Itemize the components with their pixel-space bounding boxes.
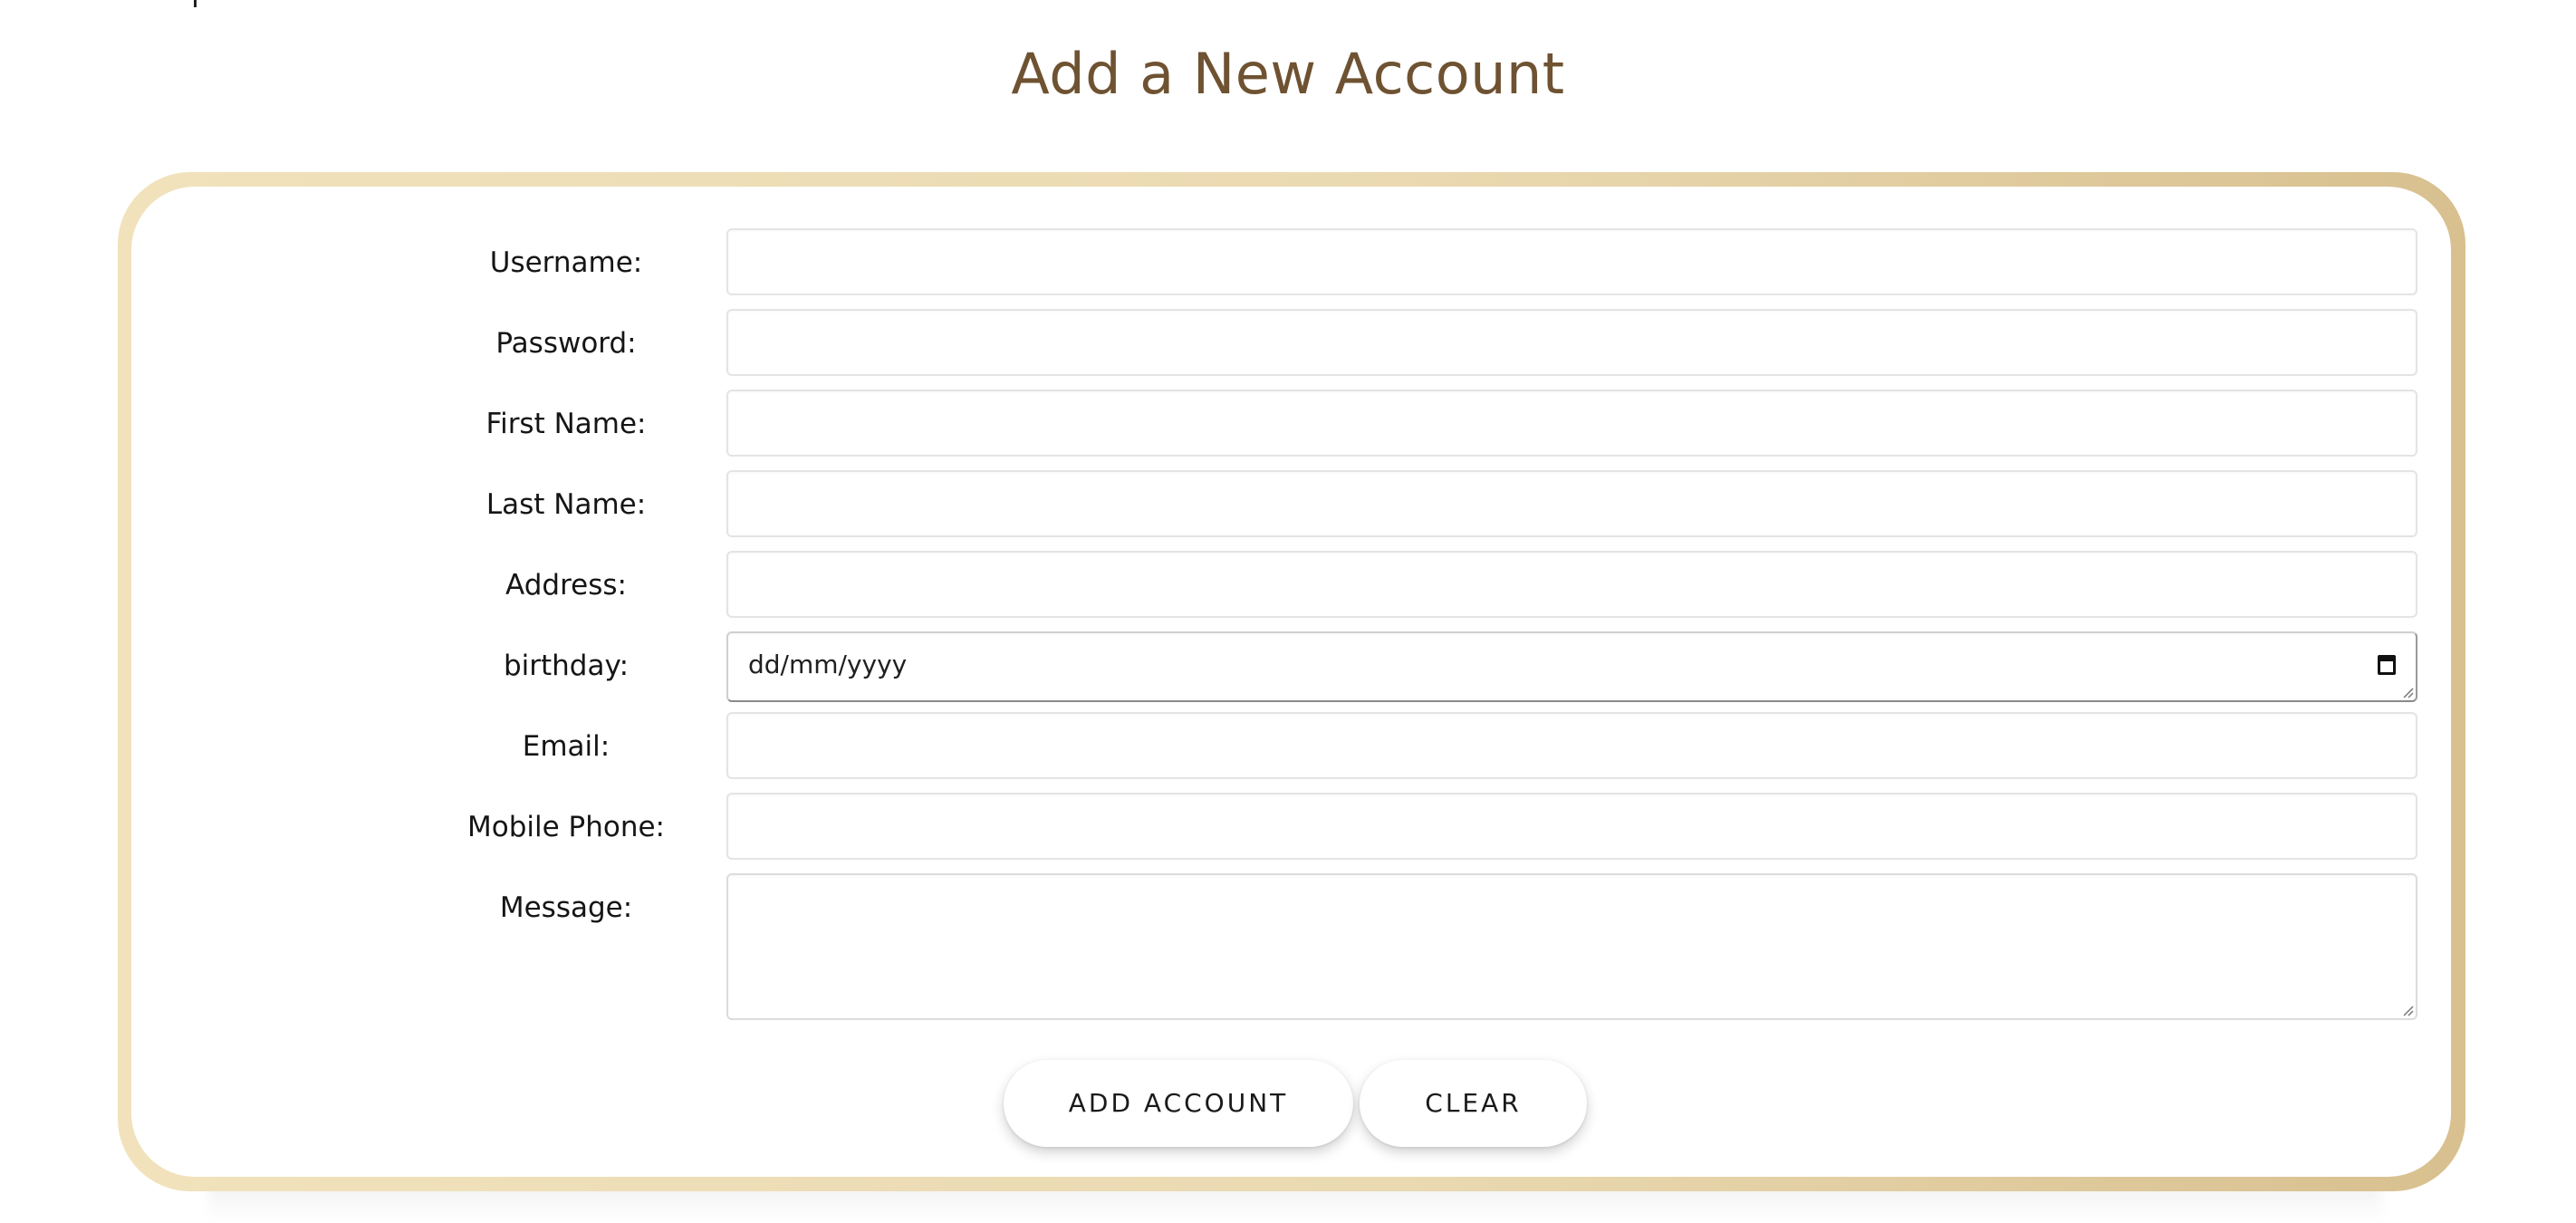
first-name-input[interactable] [726,390,2417,457]
address-input[interactable] [726,551,2417,618]
birthday-placeholder: dd/mm/yyyy [748,650,908,679]
message-textarea[interactable] [726,873,2417,1020]
clear-button[interactable]: CLEAR [1360,1060,1587,1147]
mobile-phone-input[interactable] [726,793,2417,860]
calendar-icon[interactable] [2378,655,2396,675]
last-name-input[interactable] [726,470,2417,537]
username-input[interactable] [726,228,2417,295]
form-actions: ADD ACCOUNT CLEAR [131,1060,2451,1151]
resize-handle-icon[interactable] [2401,686,2414,698]
add-account-button[interactable]: ADD ACCOUNT [1004,1060,1353,1147]
page-title: Add a New Account [1011,41,1565,107]
password-input[interactable] [726,309,2417,376]
birthday-date-input[interactable]: dd/mm/yyyy [726,631,2417,702]
email-input[interactable] [726,712,2417,779]
page-edge-mark [194,0,197,7]
resize-handle-icon[interactable] [2401,1004,2414,1016]
account-form-card: Username: Password: First Name: Last Nam… [131,187,2451,1177]
